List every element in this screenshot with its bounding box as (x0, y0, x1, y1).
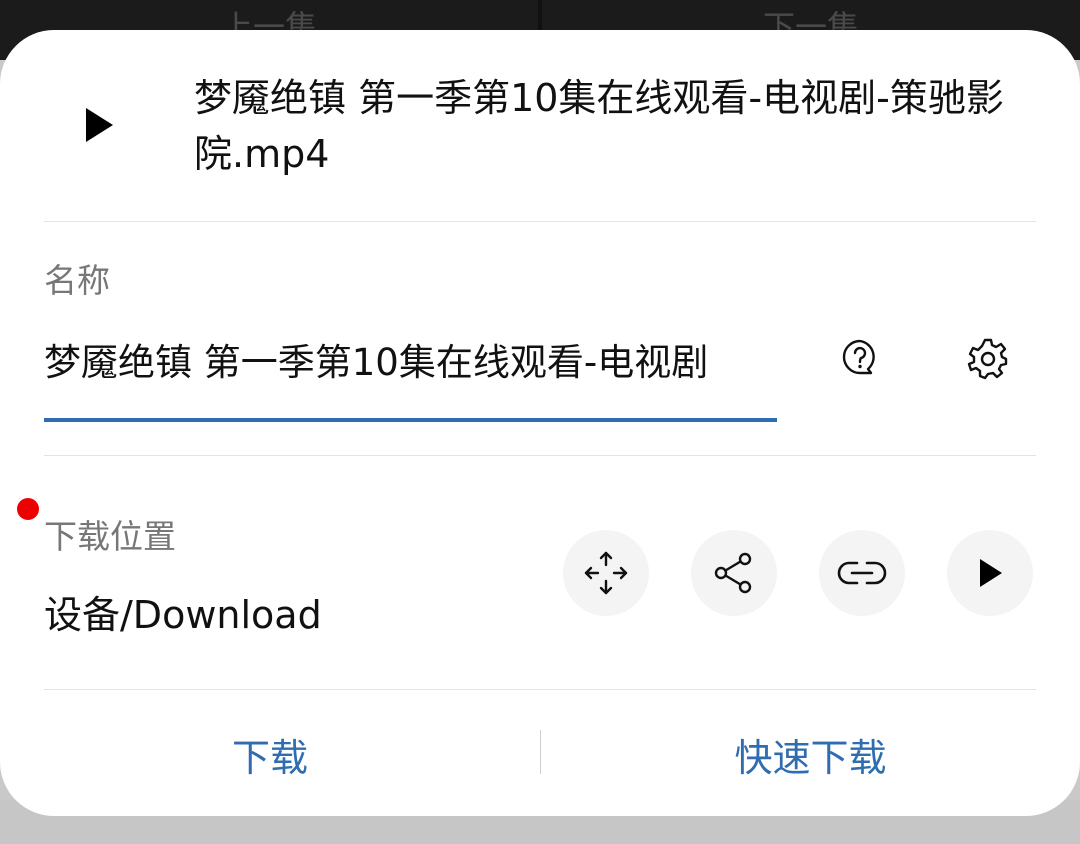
question-bubble-icon (842, 339, 875, 375)
share-button[interactable] (691, 530, 777, 616)
move-arrows-icon (584, 551, 628, 595)
notification-dot (17, 498, 39, 520)
play-icon[interactable] (86, 108, 113, 142)
play-icon (980, 559, 1002, 587)
fast-download-button[interactable]: 快速下载 (541, 724, 1080, 784)
share-icon (714, 552, 752, 594)
location-label: 下载位置 (44, 517, 176, 556)
settings-button[interactable] (958, 328, 1018, 388)
file-title: 梦魇绝镇 第一季第10集在线观看-电视剧-策驰影院.mp4 (194, 76, 1004, 176)
input-underline (44, 418, 777, 422)
copy-link-button[interactable] (819, 530, 905, 616)
location-value[interactable]: 设备/Download (44, 584, 322, 639)
filename-input[interactable] (44, 328, 778, 390)
name-label: 名称 (44, 261, 110, 300)
divider (44, 689, 1036, 690)
play-button[interactable] (947, 530, 1033, 616)
divider (44, 221, 1036, 222)
link-icon (837, 561, 887, 585)
divider (44, 455, 1036, 456)
download-button[interactable]: 下载 (0, 724, 540, 784)
help-button[interactable] (830, 328, 890, 388)
gear-icon (967, 338, 1008, 380)
move-button[interactable] (563, 530, 649, 616)
